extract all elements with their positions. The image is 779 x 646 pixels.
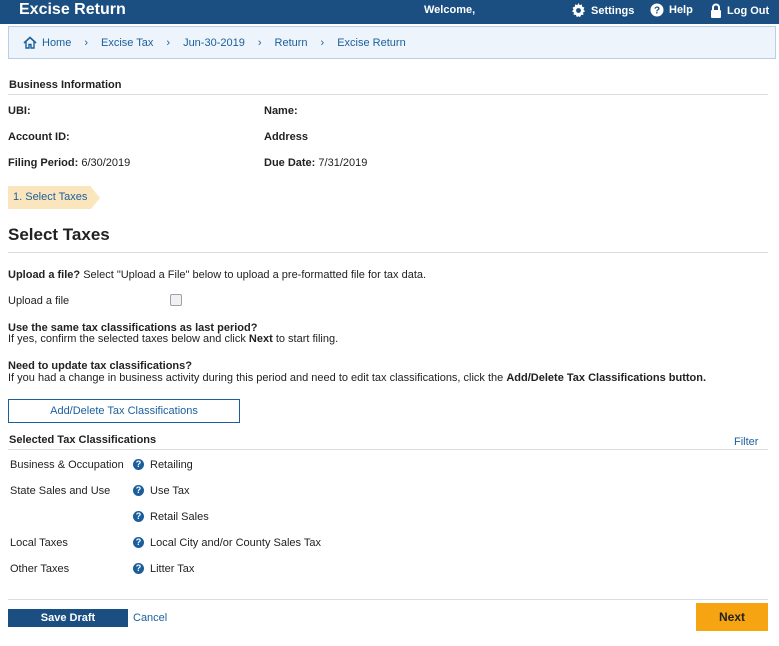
top-bar: Excise Return Welcome, Settings ? Help L… — [0, 0, 779, 24]
breadcrumb-period[interactable]: Jun-30-2019 — [183, 37, 245, 49]
update-classifications-text: If you had a change in business activity… — [8, 372, 706, 384]
upload-instructions: Upload a file? Select "Upload a File" be… — [8, 269, 426, 281]
help-icon[interactable]: ? — [133, 511, 144, 522]
upload-question-text: Select "Upload a File" below to upload a… — [83, 269, 427, 281]
upload-file-checkbox[interactable] — [170, 294, 182, 306]
business-info-title: Business Information — [9, 79, 122, 91]
lock-icon — [711, 3, 721, 18]
help-icon[interactable]: ? — [133, 459, 144, 470]
cancel-link[interactable]: Cancel — [133, 612, 167, 624]
address-label: Address — [264, 131, 309, 143]
filter-link[interactable]: Filter — [734, 436, 758, 448]
breadcrumb-excise-tax[interactable]: Excise Tax — [101, 37, 153, 49]
upload-checkbox-label: Upload a file — [8, 295, 70, 307]
step-indicator: 1. Select Taxes — [8, 186, 101, 209]
tax-name: Use Tax — [150, 485, 190, 497]
help-link[interactable]: ? Help — [650, 3, 693, 17]
tax-category-label: Local Taxes — [10, 537, 68, 549]
breadcrumb-home-label: Home — [42, 36, 72, 49]
divider — [8, 252, 768, 253]
tax-category-label: Business & Occupation — [10, 459, 124, 471]
page-title: Select Taxes — [8, 225, 110, 244]
account-id-label: Account ID: — [8, 131, 70, 143]
settings-link[interactable]: Settings — [571, 3, 634, 18]
update-text-bold: Add/Delete Tax Classifications button. — [506, 372, 707, 384]
due-date-label: Due Date: — [264, 157, 316, 169]
due-date-value: 7/31/2019 — [318, 157, 368, 169]
breadcrumb-separator: › — [84, 36, 89, 49]
breadcrumb-return[interactable]: Return — [275, 37, 308, 49]
breadcrumb-separator: › — [257, 36, 262, 49]
filing-period: Filing Period: 6/30/2019 — [8, 157, 130, 169]
logout-label: Log Out — [727, 4, 770, 17]
help-icon[interactable]: ? — [133, 485, 144, 496]
breadcrumb-excise-return[interactable]: Excise Return — [337, 37, 405, 49]
svg-text:?: ? — [654, 6, 660, 17]
gear-icon — [571, 3, 586, 18]
same-class-text-post: to start filing. — [275, 333, 339, 345]
divider — [8, 599, 768, 600]
same-classifications-text: If yes, confirm the selected taxes below… — [8, 333, 338, 345]
update-classifications-question: Need to update tax classifications? — [8, 360, 192, 372]
name-label: Name: — [264, 105, 298, 117]
same-class-text-bold: Next — [248, 333, 273, 345]
app-title: Excise Return — [19, 1, 126, 18]
breadcrumb-home[interactable]: Home — [23, 36, 71, 49]
breadcrumb-separator: › — [320, 36, 325, 49]
divider — [8, 94, 768, 95]
question-circle-icon: ? — [650, 3, 664, 17]
breadcrumb-separator: › — [166, 36, 171, 49]
divider — [8, 449, 768, 450]
upload-question: Upload a file? — [8, 269, 81, 281]
tax-name: Retail Sales — [150, 511, 209, 523]
tax-category-label: Other Taxes — [10, 563, 70, 575]
tax-name: Litter Tax — [150, 563, 195, 575]
ubi-label: UBI: — [8, 105, 31, 117]
help-label: Help — [669, 4, 693, 16]
help-icon[interactable]: ? — [133, 537, 144, 548]
breadcrumb: Home › Excise Tax › Jun-30-2019 › Return… — [8, 26, 776, 59]
step-label: 1. Select Taxes — [8, 186, 92, 209]
tax-category-label: State Sales and Use — [10, 485, 111, 497]
add-delete-tax-classifications-button[interactable]: Add/Delete Tax Classifications — [8, 399, 240, 423]
update-text-pre: If you had a change in business activity… — [8, 372, 504, 384]
next-button[interactable]: Next — [696, 603, 768, 631]
due-date: Due Date: 7/31/2019 — [264, 157, 367, 169]
selected-classifications-title: Selected Tax Classifications — [9, 434, 157, 446]
step-arrow — [91, 186, 101, 209]
settings-label: Settings — [591, 4, 635, 17]
filing-period-label: Filing Period: — [8, 157, 79, 169]
tax-name: Local City and/or County Sales Tax — [150, 537, 321, 549]
help-icon[interactable]: ? — [133, 563, 144, 574]
tax-name: Retailing — [150, 459, 193, 471]
filing-period-value: 6/30/2019 — [81, 157, 131, 169]
welcome-text: Welcome, — [424, 4, 476, 16]
home-icon — [23, 36, 37, 49]
same-class-text-pre: If yes, confirm the selected taxes below… — [8, 333, 246, 345]
save-draft-button[interactable]: Save Draft — [8, 609, 128, 627]
logout-link[interactable]: Log Out — [710, 3, 769, 18]
